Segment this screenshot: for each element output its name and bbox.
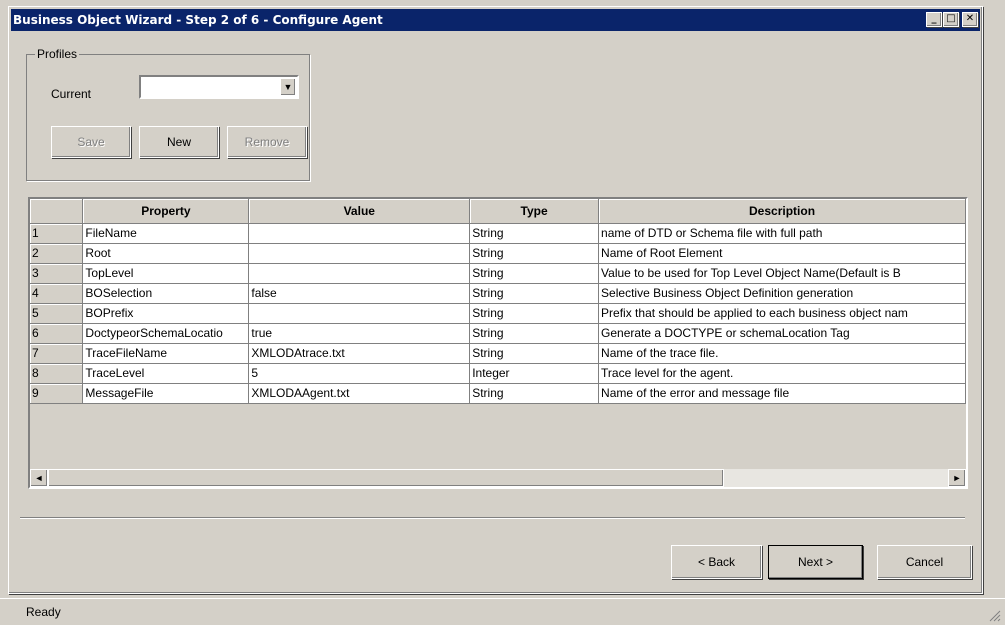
value-cell[interactable] xyxy=(248,243,471,264)
description-cell: Name of Root Element xyxy=(598,243,966,264)
property-cell: DoctypeorSchemaLocatio xyxy=(82,323,250,344)
row-number: 5 xyxy=(30,303,84,324)
description-cell: Name of the error and message file xyxy=(598,383,966,404)
table-row[interactable]: 8 TraceLevel 5 Integer Trace level for the a… xyxy=(30,363,966,384)
save-button[interactable]: Save xyxy=(51,126,131,158)
minimize-button[interactable]: _ xyxy=(926,12,942,27)
row-number: 8 xyxy=(30,363,84,384)
type-cell: String xyxy=(469,223,600,244)
row-number: 7 xyxy=(30,343,84,364)
value-cell[interactable] xyxy=(248,263,471,284)
type-cell: String xyxy=(469,283,600,304)
dropdown-arrow-icon[interactable]: ▼ xyxy=(280,78,296,96)
row-number: 2 xyxy=(30,243,84,264)
row-number: 3 xyxy=(30,263,84,284)
property-cell: TraceFileName xyxy=(82,343,250,364)
column-header[interactable]: Type xyxy=(469,199,600,224)
type-cell: String xyxy=(469,263,600,284)
new-button[interactable]: New xyxy=(139,126,219,158)
cancel-button[interactable]: Cancel xyxy=(877,545,972,579)
type-cell: String xyxy=(469,343,600,364)
description-cell: Name of the trace file. xyxy=(598,343,966,364)
scroll-left-icon[interactable]: ◄ xyxy=(30,469,48,487)
close-button[interactable]: ✕ xyxy=(962,12,978,27)
table-row[interactable]: 1 FileName String name of DTD or Schema fil… xyxy=(30,223,966,244)
table-row[interactable]: 9 MessageFile XMLODAAgent.txt String Name of… xyxy=(30,383,966,404)
column-header[interactable]: Property xyxy=(82,199,250,224)
description-cell: Value to be used for Top Level Object Na… xyxy=(598,263,966,284)
property-cell: BOSelection xyxy=(82,283,250,304)
type-cell: String xyxy=(469,303,600,324)
scroll-right-icon[interactable]: ► xyxy=(948,469,966,487)
value-cell[interactable]: 5 xyxy=(248,363,471,384)
window-title: Business Object Wizard - Step 2 of 6 - C… xyxy=(13,13,383,27)
description-cell: Trace level for the agent. xyxy=(598,363,966,384)
row-number: 9 xyxy=(30,383,84,404)
title-bar: Business Object Wizard - Step 2 of 6 - C… xyxy=(11,9,980,31)
column-header[interactable]: Description xyxy=(598,199,966,224)
row-number: 1 xyxy=(30,223,84,244)
table-row[interactable]: 3 TopLevel String Value to be used for Top … xyxy=(30,263,966,284)
table-header-row: Property Value Type Description xyxy=(30,199,966,224)
table-row[interactable]: 7 TraceFileName XMLODAtrace.txt String Name … xyxy=(30,343,966,364)
properties-table: Property Value Type Description 1 FileNam… xyxy=(30,199,966,404)
maximize-button[interactable]: □ xyxy=(943,12,959,27)
description-cell: Prefix that should be applied to each bu… xyxy=(598,303,966,324)
row-header-corner xyxy=(30,199,84,224)
table-row[interactable]: 5 BOPrefix String Prefix that should be app… xyxy=(30,303,966,324)
properties-grid[interactable]: Property Value Type Description 1 FileNam… xyxy=(28,197,968,489)
column-header[interactable]: Value xyxy=(248,199,471,224)
value-cell[interactable]: XMLODAAgent.txt xyxy=(248,383,471,404)
profiles-legend: Profiles xyxy=(35,47,80,61)
value-cell[interactable]: false xyxy=(248,283,471,304)
current-label: Current xyxy=(51,87,92,101)
back-button[interactable]: < Back xyxy=(671,545,762,579)
profiles-groupbox: Profiles xyxy=(26,47,310,181)
type-cell: String xyxy=(469,243,600,264)
property-cell: TopLevel xyxy=(82,263,250,284)
current-profile-combo[interactable]: ▼ xyxy=(139,75,299,99)
table-row[interactable]: 6 DoctypeorSchemaLocatio true String Generat… xyxy=(30,323,966,344)
table-row[interactable]: 2 Root String Name of Root Element xyxy=(30,243,966,264)
outer-scrollbar xyxy=(990,0,1005,598)
type-cell: Integer xyxy=(469,363,600,384)
type-cell: String xyxy=(469,323,600,344)
status-bar: Ready xyxy=(0,598,1005,625)
property-cell: TraceLevel xyxy=(82,363,250,384)
status-text: Ready xyxy=(26,605,61,619)
property-cell: MessageFile xyxy=(82,383,250,404)
description-cell: name of DTD or Schema file with full pat… xyxy=(598,223,966,244)
description-cell: Generate a DOCTYPE or schemaLocation Tag xyxy=(598,323,966,344)
table-row[interactable]: 4 BOSelection false String Selective Busines… xyxy=(30,283,966,304)
scrollbar-thumb[interactable] xyxy=(48,469,724,487)
value-cell[interactable]: XMLODAtrace.txt xyxy=(248,343,471,364)
type-cell: String xyxy=(469,383,600,404)
horizontal-scrollbar[interactable]: ◄ ► xyxy=(30,469,966,487)
property-cell: Root xyxy=(82,243,250,264)
remove-button[interactable]: Remove xyxy=(227,126,307,158)
row-number: 4 xyxy=(30,283,84,304)
value-cell[interactable]: true xyxy=(248,323,471,344)
value-cell[interactable] xyxy=(248,303,471,324)
property-cell: BOPrefix xyxy=(82,303,250,324)
description-cell: Selective Business Object Definition gen… xyxy=(598,283,966,304)
value-cell[interactable] xyxy=(248,223,471,244)
button-separator xyxy=(20,517,965,519)
next-button[interactable]: Next > xyxy=(768,545,863,579)
resize-grip-icon[interactable] xyxy=(989,610,1001,622)
property-cell: FileName xyxy=(82,223,250,244)
row-number: 6 xyxy=(30,323,84,344)
